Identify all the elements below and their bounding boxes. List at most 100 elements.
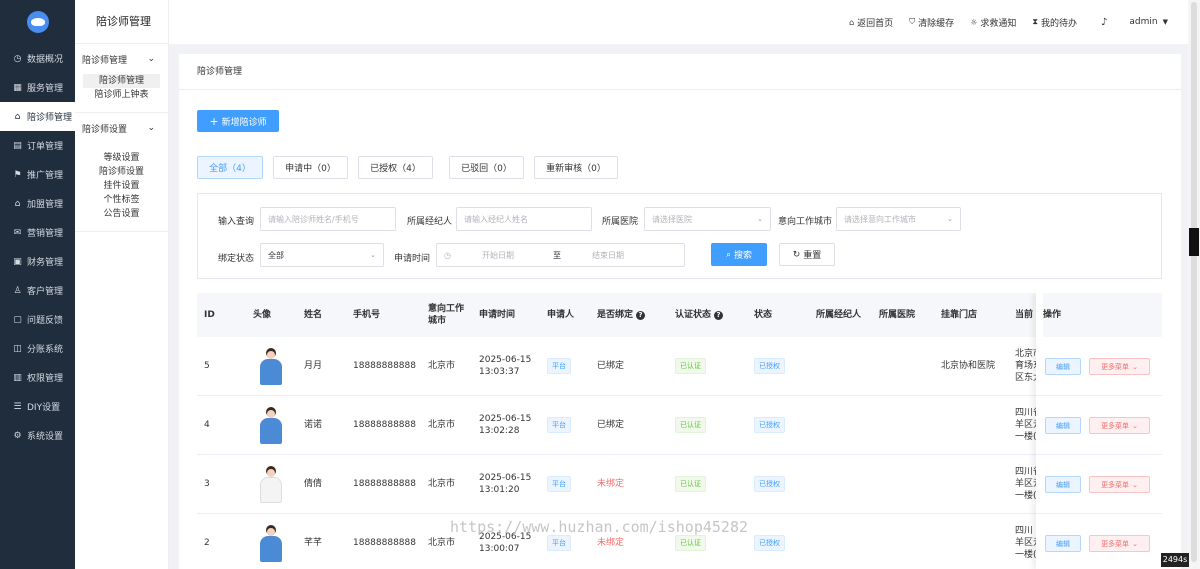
add-companion-button[interactable]: + 新增陪诊师: [197, 110, 279, 132]
help-icon[interactable]: ?: [636, 310, 646, 320]
home-icon: ⌂: [849, 17, 855, 27]
hospital-select[interactable]: 请选择医院 ⌄: [644, 207, 771, 231]
side-tag[interactable]: [1189, 228, 1199, 256]
cell-time: 2025-06-15 13:01:20: [479, 473, 532, 495]
sub-nav-item[interactable]: 陪诊师上钟表: [83, 88, 160, 102]
nav-item-10[interactable]: ◫ 分账系统: [0, 334, 75, 363]
table-row[interactable]: 3 倩倩 18888888888 北京市 2025-06-15 13:01:20 平台 未绑定…: [197, 455, 1162, 514]
shield-icon: ⛉: [909, 17, 916, 26]
sub-nav-item[interactable]: 公告设置: [83, 207, 160, 221]
sub-nav-item[interactable]: 等级设置: [83, 151, 160, 165]
th-bound: 是否绑定?: [597, 293, 646, 337]
avatar-image: [258, 406, 284, 444]
sub-nav-group-toggle[interactable]: 陪诊师设置 ⌄: [75, 113, 168, 143]
diy-icon: ☰: [13, 401, 22, 412]
hourglass-icon: ⧗: [1032, 17, 1038, 26]
page-scrollbar[interactable]: [1188, 0, 1200, 569]
todo-link[interactable]: ⧗ 我的待办: [1032, 16, 1077, 29]
edit-button[interactable]: 编辑: [1045, 417, 1081, 434]
tab-applying[interactable]: 申请中（0）: [273, 156, 348, 179]
bell-button[interactable]: ♪: [1101, 17, 1107, 28]
nav-item-7[interactable]: ▣ 财务管理: [0, 247, 75, 276]
keyword-input[interactable]: 请输入陪诊师姓名/手机号: [260, 207, 396, 231]
th-city: 意向工作 城市: [428, 304, 465, 326]
chevron-down-icon: ⌄: [1132, 362, 1138, 371]
nav-item-1[interactable]: ▦ 服务管理: [0, 73, 75, 102]
cell-bound: 已绑定: [597, 420, 625, 430]
cell-phone: 18888888888: [353, 538, 416, 548]
th-hospital: 所属医院: [879, 310, 916, 320]
avatar: [258, 514, 284, 569]
agent-input[interactable]: 请输入经纪人姓名: [456, 207, 592, 231]
alarm-icon: ☼: [970, 17, 978, 27]
th-phone: 手机号: [353, 310, 381, 320]
tab-authorized[interactable]: 已授权（4）: [358, 156, 433, 179]
tab-reaudit[interactable]: 重新审核（0）: [534, 156, 618, 179]
left-nav: ◷ 数据概况 ▦ 服务管理 ⌂ 陪诊师管理 ▤ 订单管理 ⚑ 推广管理 ⌂ 加盟管理 ✉ 营销管理 ▣ 财务管…: [0, 0, 75, 569]
help-link[interactable]: ☼ 求救通知: [970, 16, 1016, 29]
cell-auth: 已认证: [675, 337, 706, 395]
th-store: 挂靠门店: [941, 310, 978, 320]
table-row[interactable]: 4 诺诺 18888888888 北京市 2025-06-15 13:02:28 平台 已绑定…: [197, 396, 1162, 455]
nav-item-8[interactable]: ♙ 客户管理: [0, 276, 75, 305]
gift-icon: ✉: [13, 227, 22, 238]
edit-button[interactable]: 编辑: [1045, 476, 1081, 493]
avatar-image: [258, 465, 284, 503]
nav-item-0[interactable]: ◷ 数据概况: [0, 44, 75, 73]
home-link[interactable]: ⌂ 返回首页: [849, 16, 893, 29]
help-icon[interactable]: ?: [714, 310, 724, 320]
more-menu-button[interactable]: 更多菜单 ⌄: [1089, 358, 1150, 375]
city-select[interactable]: 请选择意向工作城市 ⌄: [836, 207, 961, 231]
search-icon: ⌕: [725, 249, 732, 260]
nav-item-4[interactable]: ⚑ 推广管理: [0, 160, 75, 189]
edit-button[interactable]: 编辑: [1045, 358, 1081, 375]
cell-name: 倩倩: [304, 479, 323, 489]
more-menu-button[interactable]: 更多菜单 ⌄: [1089, 476, 1150, 493]
sub-nav-item[interactable]: 个性标签: [83, 193, 160, 207]
cell-name: 芊芊: [304, 538, 323, 548]
cell-applicant: 平台: [547, 337, 571, 395]
gear-icon: ⚙: [13, 430, 22, 441]
search-button[interactable]: ⌕ 搜索: [711, 243, 767, 266]
end-date[interactable]: 结束日期: [592, 250, 624, 261]
more-menu-button[interactable]: 更多菜单 ⌄: [1089, 535, 1150, 552]
th-status: 状态: [754, 310, 773, 320]
nav-item-13[interactable]: ⚙ 系统设置: [0, 421, 75, 450]
more-menu-button[interactable]: 更多菜单 ⌄: [1089, 417, 1150, 434]
sub-nav-group-toggle[interactable]: 陪诊师管理 ⌄: [75, 44, 168, 74]
auth-tag: 已认证: [675, 535, 706, 551]
cell-status: 已授权: [754, 455, 785, 513]
bind-select[interactable]: 全部 ⌄: [260, 243, 384, 267]
tab-rejected[interactable]: 已驳回（0）: [449, 156, 524, 179]
edit-button[interactable]: 编辑: [1045, 535, 1081, 552]
user-menu[interactable]: admin ▼: [1129, 17, 1168, 27]
nav-item-11[interactable]: ▥ 权限管理: [0, 363, 75, 392]
nav-item-5[interactable]: ⌂ 加盟管理: [0, 189, 75, 218]
reset-button[interactable]: ↻ 重置: [779, 243, 835, 266]
th-ops: 操作: [1043, 293, 1162, 337]
date-range-picker[interactable]: ◷ 开始日期 至 结束日期: [436, 243, 685, 267]
nav-item-12[interactable]: ☰ DIY设置: [0, 392, 75, 421]
clock-icon: ◷: [444, 250, 451, 260]
status-tag: 已授权: [754, 417, 785, 433]
status-tag: 已授权: [754, 535, 785, 551]
chevron-down-icon: ⌄: [370, 251, 376, 259]
logo[interactable]: [0, 0, 75, 44]
clear-cache-link[interactable]: ⛉ 清除缓存: [909, 16, 954, 29]
plus-icon: +: [209, 114, 219, 128]
chevron-down-icon: ⌄: [147, 123, 155, 133]
wallet-icon: ▣: [13, 256, 22, 267]
main-card: 陪诊师管理 + 新增陪诊师 全部（4） 申请中（0） 已授权（4） 已驳回（0） …: [179, 54, 1181, 569]
nav-item-6[interactable]: ✉ 营销管理: [0, 218, 75, 247]
agent-label: 所属经纪人: [407, 217, 453, 227]
sub-nav-item[interactable]: 挂件设置: [83, 179, 160, 193]
sub-nav-item[interactable]: 陪诊师管理: [83, 74, 160, 88]
nav-item-3[interactable]: ▤ 订单管理: [0, 131, 75, 160]
nav-item-9[interactable]: ▢ 问题反馈: [0, 305, 75, 334]
sub-nav-item[interactable]: 陪诊师设置: [83, 165, 160, 179]
bind-label: 绑定状态: [218, 254, 255, 264]
start-date[interactable]: 开始日期: [482, 250, 514, 261]
nav-item-2[interactable]: ⌂ 陪诊师管理: [0, 102, 75, 131]
table-row[interactable]: 5 月月 18888888888 北京市 2025-06-15 13:03:37 平台 已绑定…: [197, 337, 1162, 396]
tab-all[interactable]: 全部（4）: [197, 156, 263, 179]
